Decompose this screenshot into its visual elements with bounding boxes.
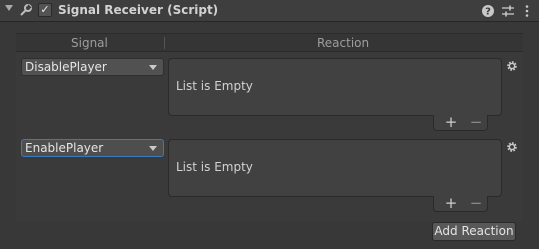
- signal-column-label: Signal: [71, 36, 108, 50]
- enabled-checkbox[interactable]: ✓: [38, 3, 52, 17]
- help-icon[interactable]: ?: [481, 4, 495, 18]
- reaction-column-label: Reaction: [317, 36, 370, 50]
- gear-icon[interactable]: [506, 141, 518, 153]
- signal-dropdown[interactable]: DisablePlayer: [21, 58, 164, 76]
- add-item-button[interactable]: +: [443, 196, 459, 212]
- add-item-button[interactable]: +: [443, 115, 459, 131]
- remove-item-button[interactable]: −: [468, 196, 484, 212]
- table-column-header: Signal Reaction: [16, 33, 523, 52]
- foldout-arrow-icon[interactable]: [5, 5, 13, 11]
- list-empty-text: List is Empty: [176, 79, 253, 93]
- preset-icon[interactable]: [501, 4, 515, 18]
- svg-text:?: ?: [485, 7, 491, 18]
- chevron-down-icon: [149, 65, 157, 70]
- gear-icon[interactable]: [506, 60, 518, 72]
- add-reaction-button[interactable]: Add Reaction: [432, 222, 516, 241]
- signal-dropdown[interactable]: EnablePlayer: [21, 139, 164, 157]
- kebab-menu-icon[interactable]: [520, 4, 534, 18]
- component-title: Signal Receiver (Script): [58, 3, 219, 17]
- chevron-down-icon: [149, 146, 157, 151]
- column-divider[interactable]: [164, 37, 165, 49]
- reaction-list: List is Empty: [168, 58, 502, 116]
- list-empty-text: List is Empty: [176, 160, 253, 174]
- signal-dropdown-value: EnablePlayer: [25, 141, 104, 155]
- script-icon: [20, 4, 32, 16]
- reaction-list: List is Empty: [168, 139, 502, 197]
- signal-dropdown-value: DisablePlayer: [25, 60, 107, 74]
- remove-item-button[interactable]: −: [468, 115, 484, 131]
